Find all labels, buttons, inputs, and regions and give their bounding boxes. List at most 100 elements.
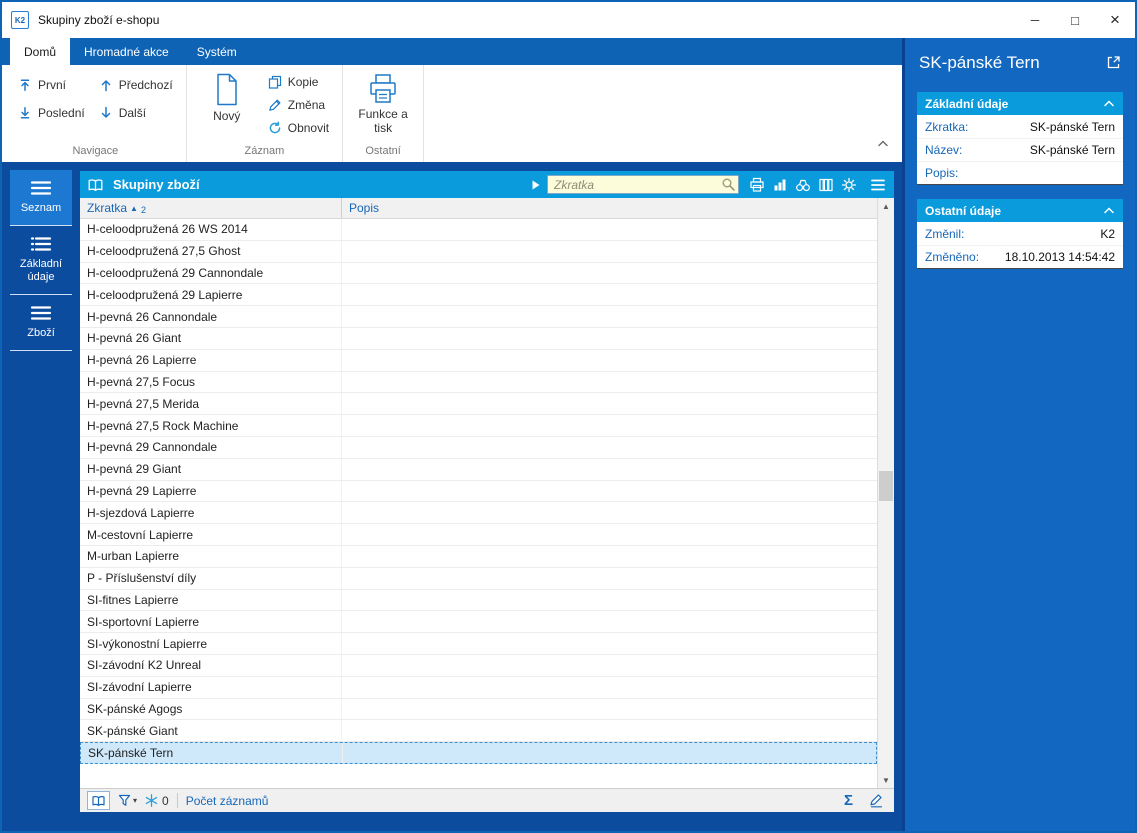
table-row[interactable]: SI-výkonostní Lapierre (80, 633, 877, 655)
copy-button[interactable]: Kopie (263, 73, 334, 91)
nav-previous-button[interactable]: Předchozí (94, 76, 178, 94)
table-row[interactable]: SK-pánské Tern (80, 742, 877, 764)
table-row[interactable]: M-cestovní Lapierre (80, 524, 877, 546)
table-row[interactable]: H-celoodpružená 29 Lapierre (80, 284, 877, 307)
table-row[interactable]: M-urban Lapierre (80, 545, 877, 568)
sum-icon[interactable]: Σ (844, 792, 853, 809)
records-label[interactable]: Počet záznamů (186, 794, 269, 808)
table-row[interactable]: H-celoodpružená 26 WS 2014 (80, 219, 877, 241)
table-row[interactable]: H-pevná 29 Giant (80, 458, 877, 481)
record-small-buttons: Kopie Změna Obnovit (263, 73, 334, 137)
book-view-toggle[interactable] (87, 791, 110, 810)
section-ostatni-udaje-title: Ostatní údaje (925, 203, 1002, 218)
collapse-section-button[interactable] (1103, 99, 1115, 108)
table-row[interactable]: P - Příslušenství díly (80, 567, 877, 590)
cell-popis (342, 415, 877, 436)
search-input[interactable] (547, 175, 739, 194)
collapse-section-button[interactable] (1103, 206, 1115, 215)
cell-popis (342, 219, 877, 240)
sidebar-item-zakladni-udaje[interactable]: Základní údaje (10, 226, 72, 295)
refresh-button[interactable]: Obnovit (263, 119, 334, 137)
menu-icon (30, 181, 52, 195)
menu-button[interactable] (869, 176, 887, 194)
open-detail-button[interactable] (1106, 55, 1121, 75)
table: Zkratka ▲ 2 Popis H-celoodpružená 26 WS … (80, 198, 877, 788)
change-button[interactable]: Změna (263, 96, 334, 114)
cell-popis (342, 611, 877, 632)
new-record-button[interactable]: Nový (195, 72, 259, 123)
columns-icon (819, 178, 833, 191)
scrollbar-track[interactable] (878, 214, 894, 772)
play-icon[interactable] (531, 179, 541, 191)
table-row[interactable]: H-sjezdová Lapierre (80, 502, 877, 525)
table-row[interactable]: SK-pánské Giant (80, 720, 877, 743)
field-zmeneno-label: Změněno: (925, 250, 980, 264)
tab-hromadne-akce[interactable]: Hromadné akce (70, 38, 183, 65)
columns-button[interactable] (817, 176, 835, 194)
field-nazev-value: SK-pánské Tern (1029, 143, 1115, 157)
table-row[interactable]: SI-závodní Lapierre (80, 676, 877, 699)
maximize-button[interactable]: □ (1055, 2, 1095, 38)
nav-next-button[interactable]: Další (94, 104, 178, 122)
search-icon[interactable] (721, 177, 736, 192)
table-row[interactable]: SI-sportovní Lapierre (80, 611, 877, 634)
settings-button[interactable] (840, 176, 858, 194)
cell-zkratka: H-sjezdová Lapierre (80, 502, 342, 524)
column-header-popis[interactable]: Popis (342, 198, 877, 218)
table-row[interactable]: H-celoodpružená 29 Cannondale (80, 262, 877, 285)
hamburger-menu-icon (871, 179, 885, 190)
change-label: Změna (287, 98, 326, 112)
cell-popis (342, 263, 877, 284)
table-row[interactable]: H-pevná 26 Giant (80, 327, 877, 350)
filter-button[interactable]: ▾ (118, 794, 137, 807)
frozen-records-indicator[interactable]: 0 (145, 794, 169, 808)
table-header: Zkratka ▲ 2 Popis (80, 198, 877, 219)
close-button[interactable]: × (1095, 2, 1135, 38)
chevron-up-icon (878, 140, 888, 147)
section-zakladni-udaje-header[interactable]: Základní údaje (917, 92, 1123, 115)
sidebar-item-zbozi[interactable]: Zboží (10, 295, 72, 351)
table-row[interactable]: SI-závodní K2 Unreal (80, 654, 877, 677)
table-row[interactable]: SK-pánské Agogs (80, 698, 877, 721)
cell-zkratka: H-pevná 26 Cannondale (80, 306, 342, 327)
find-button[interactable] (794, 176, 812, 194)
table-row[interactable]: H-pevná 26 Lapierre (80, 349, 877, 372)
tab-system[interactable]: Systém (183, 38, 251, 65)
tab-domu[interactable]: Domů (10, 38, 71, 65)
nav-last-button[interactable]: Poslední (13, 104, 90, 122)
functions-print-button[interactable]: Funkce a tisk (351, 72, 415, 135)
statusbar-separator (176, 793, 178, 808)
scrollbar-thumb[interactable] (879, 470, 893, 501)
pencil-icon (268, 99, 281, 111)
app-logo-icon: K2 (11, 11, 29, 29)
table-row[interactable]: H-pevná 27,5 Rock Machine (80, 415, 877, 437)
bar-chart-icon (774, 179, 786, 190)
field-zmenil-value: K2 (1100, 226, 1115, 241)
binoculars-icon (796, 179, 810, 191)
field-popis-label: Popis: (925, 166, 959, 180)
chart-button[interactable] (771, 176, 789, 194)
table-row[interactable]: H-pevná 26 Cannondale (80, 306, 877, 328)
cell-zkratka: SK-pánské Giant (80, 720, 342, 742)
print-button[interactable] (748, 176, 766, 194)
nav-first-button[interactable]: První (13, 76, 90, 94)
scroll-down-icon[interactable]: ▼ (878, 772, 894, 788)
ribbon-collapse-button[interactable] (876, 135, 890, 153)
scroll-up-icon[interactable]: ▲ (878, 198, 894, 214)
minimize-button[interactable]: ─ (1015, 2, 1055, 38)
search-box (547, 175, 739, 194)
table-row[interactable]: H-pevná 27,5 Focus (80, 371, 877, 394)
table-row[interactable]: H-pevná 27,5 Merida (80, 393, 877, 416)
column-header-zkratka[interactable]: Zkratka ▲ 2 (80, 198, 342, 218)
sidebar-item-seznam[interactable]: Seznam (10, 170, 72, 226)
edit-button[interactable] (865, 792, 887, 810)
table-row[interactable]: H-pevná 29 Cannondale (80, 436, 877, 459)
cell-popis (342, 502, 877, 523)
table-row[interactable]: H-celoodpružená 27,5 Ghost (80, 240, 877, 263)
table-row[interactable]: SI-fitnes Lapierre (80, 589, 877, 612)
cell-popis (342, 720, 877, 741)
vertical-scrollbar[interactable]: ▲ ▼ (877, 198, 894, 788)
table-row[interactable]: H-pevná 29 Lapierre (80, 480, 877, 503)
section-ostatni-udaje-header[interactable]: Ostatní údaje (917, 199, 1123, 222)
cell-zkratka: M-urban Lapierre (80, 545, 342, 567)
